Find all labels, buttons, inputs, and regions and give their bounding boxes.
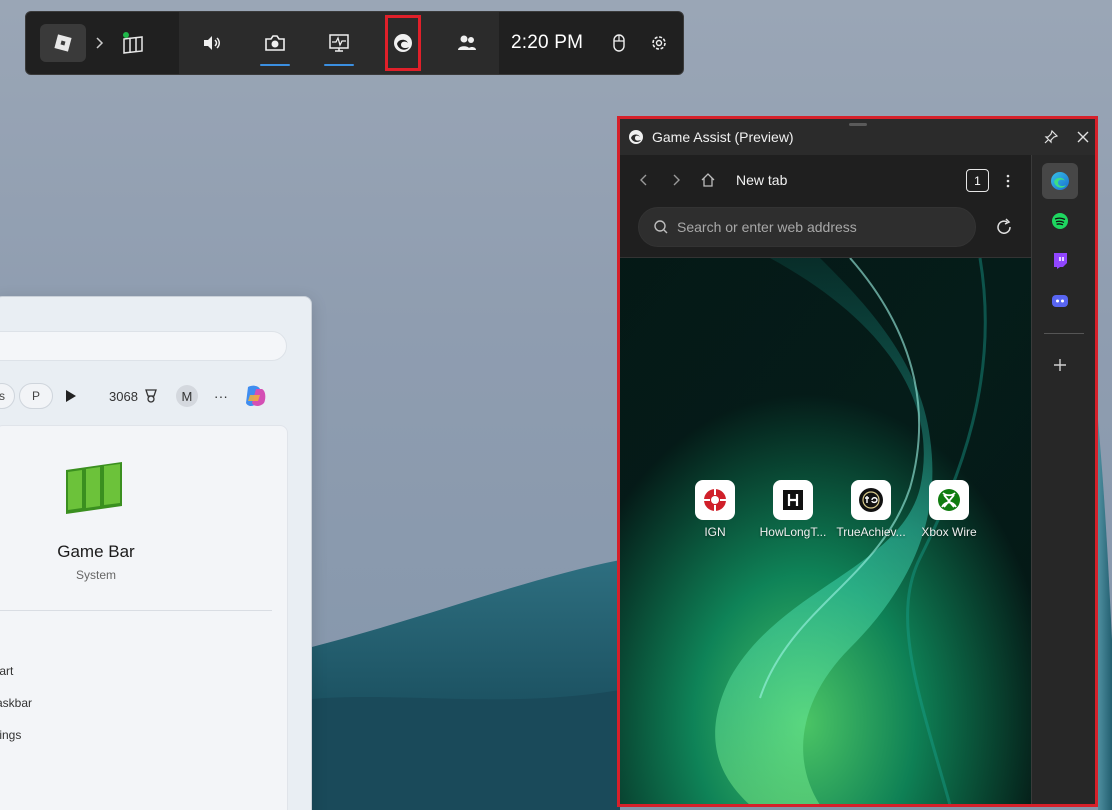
home-icon[interactable]	[692, 164, 724, 196]
pin-to-start-option[interactable]: tart	[0, 664, 13, 678]
play-icon[interactable]	[65, 388, 81, 404]
rewards-points: 3068	[109, 388, 138, 404]
app-details-card: Game Bar System tart askbar tings	[0, 425, 288, 810]
refresh-icon[interactable]	[990, 213, 1018, 241]
tab-title[interactable]: New tab	[736, 172, 787, 188]
quick-link-howlongtobeat[interactable]: HowLongT...	[754, 480, 832, 539]
avatar[interactable]: M	[175, 385, 198, 407]
discord-widget-button[interactable]	[1042, 283, 1078, 319]
game-assist-panel: Game Assist (Preview) New tab 1 Search o…	[617, 116, 1098, 807]
edge-icon	[628, 129, 644, 145]
xbox-icon	[929, 480, 969, 520]
more-icon[interactable]	[998, 169, 1018, 193]
tab-count: 1	[974, 173, 981, 188]
discord-icon	[1052, 295, 1068, 307]
copilot-icon[interactable]	[240, 381, 270, 411]
edge-icon	[1051, 172, 1069, 190]
capture-icon[interactable]	[243, 12, 307, 74]
filter-pill-2[interactable]: P	[19, 383, 53, 409]
app-subtitle: System	[75, 568, 116, 582]
game-bar-right: 2:20 PM	[499, 12, 683, 74]
start-menu: s P 3068 M ··· Game Bar System art skbar…	[0, 296, 312, 810]
widget-sidebar	[1031, 155, 1095, 804]
app-name: Game Bar	[57, 542, 135, 561]
back-icon[interactable]	[628, 164, 660, 196]
clock: 2:20 PM	[511, 32, 584, 53]
settings-icon[interactable]	[639, 12, 679, 74]
app-settings-option[interactable]: tings	[0, 728, 21, 742]
game-bar-left	[26, 12, 179, 74]
social-icon[interactable]	[435, 12, 499, 74]
quick-link-xbox-wire[interactable]: Xbox Wire	[910, 480, 988, 539]
more-options-button[interactable]: ···	[214, 388, 228, 404]
drag-handle[interactable]	[849, 123, 867, 126]
add-widget-button[interactable]	[1042, 347, 1078, 383]
start-search-box[interactable]	[0, 331, 287, 361]
divider	[0, 610, 272, 611]
spotify-widget-button[interactable]	[1042, 203, 1078, 239]
highlight-box	[385, 15, 421, 71]
quick-link-ign[interactable]: IGN	[676, 480, 754, 539]
twitch-widget-button[interactable]	[1042, 243, 1078, 279]
search-input[interactable]	[677, 219, 957, 235]
twitch-icon	[1054, 253, 1067, 269]
spotify-icon	[1052, 213, 1068, 229]
roblox-icon[interactable]	[40, 24, 86, 62]
panel-title: Game Assist (Preview)	[652, 129, 794, 145]
game-bar-app-icon	[62, 456, 126, 520]
avatar-initial: M	[181, 388, 193, 404]
forward-icon[interactable]	[660, 164, 692, 196]
address-bar	[620, 205, 1031, 257]
game-bar-widgets	[179, 12, 499, 74]
quick-link-label: TrueAchiev...	[836, 525, 906, 539]
quick-links: IGN HowLongT... TrueAchiev... Xbox Wire	[676, 480, 988, 539]
edge-widget-button[interactable]	[1042, 163, 1078, 199]
filter-pill[interactable]: s	[0, 383, 15, 409]
address-input-wrapper[interactable]	[638, 207, 976, 247]
quick-link-label: HowLongT...	[759, 525, 827, 539]
filter-pill-label: s	[0, 389, 5, 403]
start-toolbar: s P 3068 M ···	[0, 381, 295, 411]
volume-icon[interactable]	[179, 12, 243, 74]
panel-titlebar[interactable]: Game Assist (Preview)	[620, 119, 1095, 155]
browser-area: New tab 1 Search or enter web address IG…	[620, 155, 1031, 804]
rewards-icon[interactable]	[142, 387, 160, 405]
ign-icon	[695, 480, 735, 520]
widget-separator	[1044, 333, 1084, 334]
quick-link-label: IGN	[704, 525, 726, 539]
filter-pill-label: P	[31, 389, 40, 403]
widget-menu-icon[interactable]	[108, 12, 158, 74]
search-icon	[653, 219, 669, 235]
game-bar: 2:20 PM	[25, 11, 684, 75]
howlongtobeat-icon	[773, 480, 813, 520]
quick-link-label: Xbox Wire	[921, 525, 977, 539]
close-icon[interactable]	[1067, 119, 1099, 155]
pin-to-taskbar-option[interactable]: askbar	[0, 696, 32, 710]
new-tab-page: IGN HowLongT... TrueAchiev... Xbox Wire	[620, 257, 1031, 804]
tab-count-button[interactable]: 1	[966, 169, 989, 192]
mouse-icon[interactable]	[599, 12, 639, 74]
browser-nav: New tab 1	[620, 155, 1031, 205]
performance-icon[interactable]	[307, 12, 371, 74]
add-icon	[1054, 359, 1066, 371]
chevron-right-icon[interactable]	[94, 36, 108, 50]
quick-link-trueachievements[interactable]: TrueAchiev...	[832, 480, 910, 539]
trueachievements-icon	[851, 480, 891, 520]
pin-icon[interactable]	[1035, 119, 1067, 155]
